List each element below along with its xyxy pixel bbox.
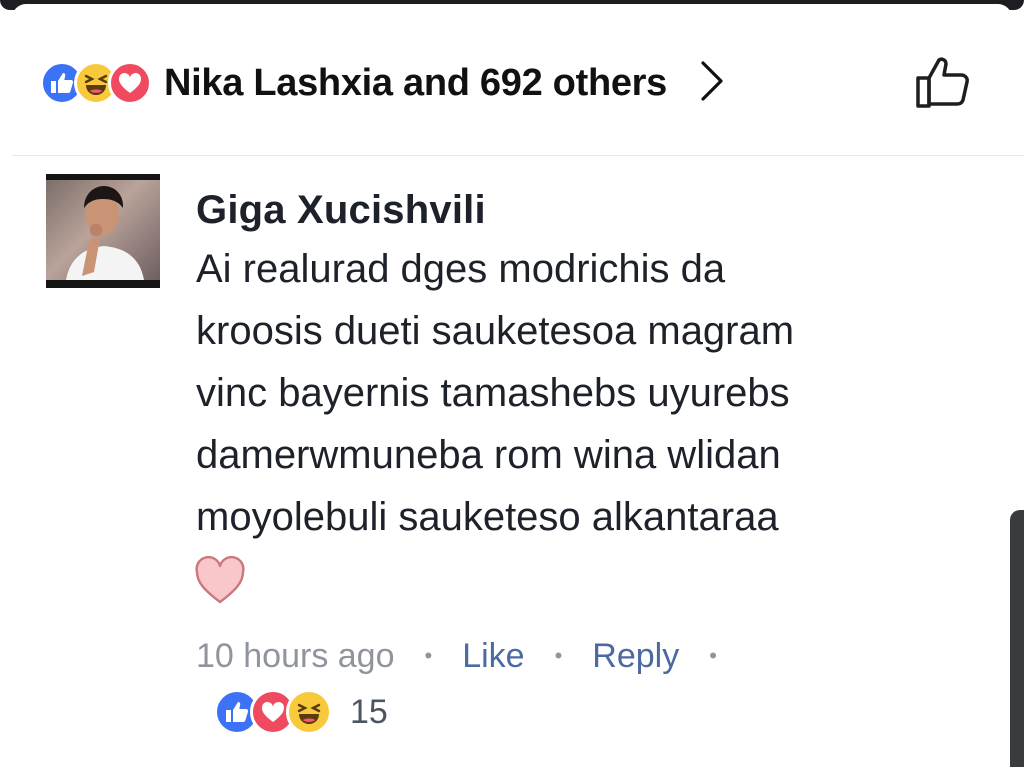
chevron-right-icon[interactable] [697,59,727,108]
separator-dot: • [709,643,717,668]
comment-actions: 10 hours ago • Like • Reply • [196,630,747,682]
device-frame-edge [1010,510,1024,767]
reactors-text: Nika Lashxia and 692 others [164,61,668,104]
separator-dot: • [424,643,433,668]
comment-timestamp: 10 hours ago [196,636,395,675]
heart-emoji-icon [194,555,246,606]
like-button[interactable]: Like [462,637,524,676]
post-reaction-icons [40,61,152,105]
post-reactions-summary[interactable]: Nika Lashxia and 692 others [40,48,990,118]
haha-icon [286,689,332,735]
reaction-count: 15 [350,692,388,731]
comment-reactions[interactable]: 15 [214,688,388,736]
divider [12,155,1024,156]
avatar[interactable] [46,174,160,288]
device-frame-top [0,0,1024,18]
love-icon [108,61,152,105]
separator-dot: • [554,643,563,668]
avatar-figure [66,186,144,280]
reply-button[interactable]: Reply [592,637,679,676]
comment-author[interactable]: Giga Xucishvili [196,184,996,236]
thumbs-up-icon[interactable] [914,54,974,110]
comment-text: Ai realurad dges modrichis da kroosis du… [196,247,795,539]
comment: Giga Xucishvili Ai realurad dges modrich… [196,184,996,548]
